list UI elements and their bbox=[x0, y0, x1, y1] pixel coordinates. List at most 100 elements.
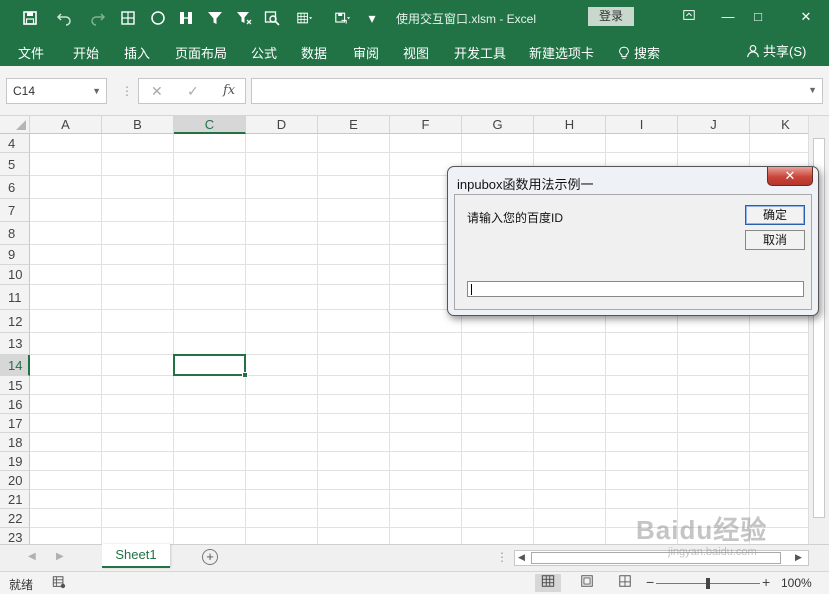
grid-row-line bbox=[30, 413, 808, 414]
prev-sheet-icon[interactable]: ◀ bbox=[28, 551, 36, 562]
column-header-k[interactable]: K bbox=[750, 116, 808, 134]
page-break-view-icon[interactable] bbox=[612, 574, 638, 592]
row-header-15[interactable]: 15 bbox=[0, 376, 30, 395]
zoom-slider[interactable] bbox=[656, 578, 760, 589]
cancel-button[interactable]: 取消 bbox=[745, 230, 805, 250]
minimize-button[interactable]: — bbox=[718, 8, 738, 26]
ribbon-tabs: 文件 开始 插入 页面布局 公式 数据 审阅 视图 开发工具 新建选项卡 搜索 … bbox=[0, 36, 829, 66]
row-header-23[interactable]: 23 bbox=[0, 528, 30, 544]
insert-function-icon[interactable]: fx bbox=[223, 83, 235, 98]
row-header-4[interactable]: 4 bbox=[0, 134, 30, 153]
row-header-9[interactable]: 9 bbox=[0, 245, 30, 265]
row-header-14[interactable]: 14 bbox=[0, 355, 30, 376]
row-header-19[interactable]: 19 bbox=[0, 452, 30, 471]
search-label: 搜索 bbox=[634, 46, 661, 61]
name-box[interactable]: C14 ▼ bbox=[6, 78, 107, 104]
row-header-10[interactable]: 10 bbox=[0, 265, 30, 285]
filter-icon[interactable] bbox=[205, 8, 225, 28]
select-all-corner[interactable] bbox=[0, 116, 30, 134]
ribbon-display-options-icon[interactable] bbox=[679, 8, 699, 26]
row-header-12[interactable]: 12 bbox=[0, 310, 30, 333]
normal-view-icon[interactable] bbox=[535, 574, 561, 592]
column-header-j[interactable]: J bbox=[678, 116, 750, 134]
formula-bar-area: C14 ▼ ⋮ ✕ ✓ fx ▼ bbox=[0, 66, 829, 116]
column-width-icon[interactable] bbox=[176, 8, 196, 28]
save-as-icon[interactable] bbox=[328, 8, 358, 28]
circle-shape-icon[interactable] bbox=[148, 8, 168, 28]
undo-icon[interactable] bbox=[50, 8, 78, 28]
customize-toolbar-icon[interactable]: ▾ bbox=[362, 8, 382, 28]
tell-me-search[interactable]: 搜索 bbox=[617, 43, 660, 62]
column-header-h[interactable]: H bbox=[534, 116, 606, 134]
clear-filter-icon[interactable] bbox=[234, 8, 254, 28]
grid-row-line bbox=[30, 354, 808, 355]
share-button[interactable]: 共享(S) bbox=[746, 41, 806, 60]
chevron-down-icon[interactable]: ▼ bbox=[92, 79, 101, 103]
row-header-18[interactable]: 18 bbox=[0, 433, 30, 452]
zoom-level[interactable]: 100% bbox=[781, 576, 812, 590]
macro-record-icon[interactable] bbox=[52, 575, 66, 592]
column-header-d[interactable]: D bbox=[246, 116, 318, 134]
row-header-13[interactable]: 13 bbox=[0, 333, 30, 355]
tab-insert[interactable]: 插入 bbox=[124, 43, 150, 62]
row-header-20[interactable]: 20 bbox=[0, 471, 30, 490]
tab-new-tab[interactable]: 新建选项卡 bbox=[529, 43, 594, 62]
tab-review[interactable]: 审阅 bbox=[353, 43, 379, 62]
column-header-c[interactable]: C bbox=[174, 116, 246, 134]
find-icon[interactable] bbox=[262, 8, 282, 28]
column-header-b[interactable]: B bbox=[102, 116, 174, 134]
ok-button[interactable]: 确定 bbox=[745, 205, 805, 225]
tab-page-layout[interactable]: 页面布局 bbox=[175, 43, 227, 62]
row-header-6[interactable]: 6 bbox=[0, 176, 30, 199]
zoom-slider-knob[interactable] bbox=[706, 578, 710, 589]
tab-developer[interactable]: 开发工具 bbox=[454, 43, 506, 62]
row-header-16[interactable]: 16 bbox=[0, 395, 30, 414]
row-header-21[interactable]: 21 bbox=[0, 490, 30, 509]
redo-icon[interactable] bbox=[84, 8, 112, 28]
tab-formulas[interactable]: 公式 bbox=[251, 43, 277, 62]
dialog-close-button[interactable]: ✕ bbox=[767, 167, 813, 186]
next-sheet-icon[interactable]: ▶ bbox=[56, 551, 64, 562]
tab-split-grip[interactable]: ⋮ bbox=[496, 550, 508, 564]
grid-row-line bbox=[30, 451, 808, 452]
restore-button[interactable]: □ bbox=[748, 8, 768, 26]
tab-view[interactable]: 视图 bbox=[403, 43, 429, 62]
scroll-left-icon[interactable]: ◀ bbox=[518, 552, 525, 563]
zoom-out-button[interactable]: − bbox=[646, 574, 654, 590]
page-layout-view-icon[interactable] bbox=[574, 574, 600, 592]
column-header-f[interactable]: F bbox=[390, 116, 462, 134]
sheet-tab-sheet1[interactable]: Sheet1 bbox=[102, 544, 170, 568]
row-header-5[interactable]: 5 bbox=[0, 153, 30, 176]
row-header-7[interactable]: 7 bbox=[0, 199, 30, 222]
column-header-a[interactable]: A bbox=[30, 116, 102, 134]
expand-formula-bar-icon[interactable]: ▼ bbox=[808, 85, 817, 95]
zoom-in-button[interactable]: + bbox=[762, 574, 770, 590]
login-button[interactable]: 登录 bbox=[588, 7, 634, 26]
active-cell-c14[interactable] bbox=[173, 354, 248, 378]
column-header-g[interactable]: G bbox=[462, 116, 534, 134]
close-window-button[interactable]: ✕ bbox=[796, 8, 816, 26]
column-header-i[interactable]: I bbox=[606, 116, 678, 134]
tab-home[interactable]: 开始 bbox=[73, 43, 99, 62]
row-header-11[interactable]: 11 bbox=[0, 285, 30, 310]
save-icon[interactable] bbox=[20, 8, 40, 28]
horizontal-scrollbar[interactable]: ◀ bbox=[514, 550, 809, 566]
table-format-icon[interactable] bbox=[290, 8, 320, 28]
share-label: 共享(S) bbox=[763, 44, 807, 59]
row-header-8[interactable]: 8 bbox=[0, 222, 30, 245]
formula-input[interactable]: ▼ bbox=[251, 78, 823, 104]
dialog-input[interactable] bbox=[467, 281, 804, 297]
add-sheet-button[interactable]: + bbox=[202, 549, 218, 565]
scroll-right-icon[interactable]: ▶ bbox=[795, 552, 802, 563]
enter-entry-icon[interactable]: ✓ bbox=[187, 83, 199, 100]
tab-file[interactable]: 文件 bbox=[18, 43, 44, 62]
cancel-entry-icon[interactable]: ✕ bbox=[151, 83, 163, 100]
formula-bar-grip[interactable]: ⋮ bbox=[121, 84, 133, 98]
row-header-22[interactable]: 22 bbox=[0, 509, 30, 528]
row-header-17[interactable]: 17 bbox=[0, 414, 30, 433]
fill-handle[interactable] bbox=[242, 372, 248, 378]
borders-icon[interactable] bbox=[118, 8, 138, 28]
tab-data[interactable]: 数据 bbox=[301, 43, 327, 62]
column-header-e[interactable]: E bbox=[318, 116, 390, 134]
grid-column-line bbox=[245, 134, 246, 544]
